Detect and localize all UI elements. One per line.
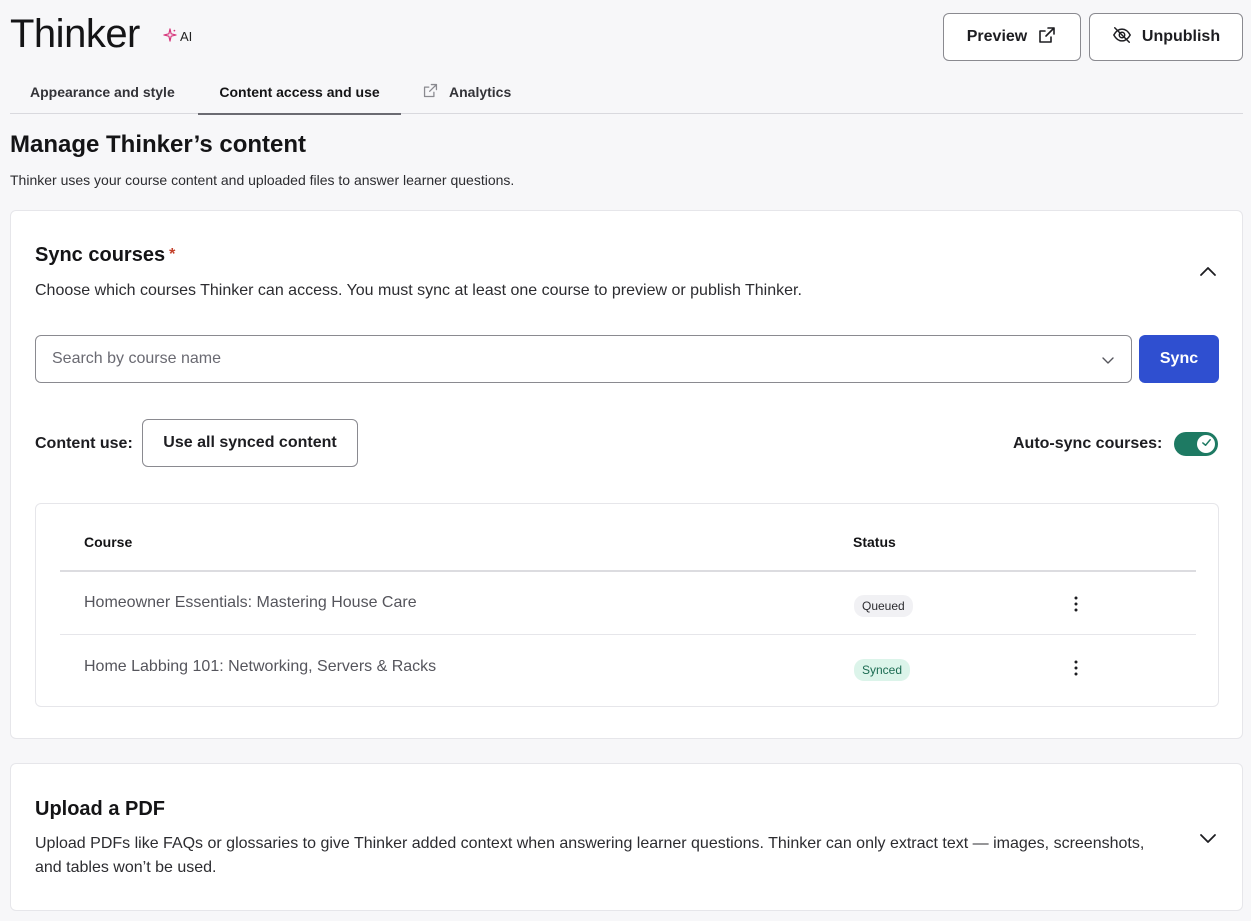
column-header-course: Course [84,534,133,550]
page-title: Manage Thinker’s content [10,131,307,158]
external-link-icon [422,82,439,102]
tab-appearance-and-style[interactable]: Appearance and style [30,70,175,114]
upload-pdf-description: Upload PDFs like FAQs or glossaries to g… [35,835,1145,876]
sync-courses-card: Sync courses * Choose which courses Think… [10,210,1243,739]
content-use-label: Content use: [35,435,133,452]
table-row: Home Labbing 101: Networking, Servers & … [60,636,1196,699]
chevron-up-icon[interactable] [1198,262,1218,282]
ai-badge-label: AI [180,29,193,44]
required-marker: * [169,246,176,263]
sync-button[interactable]: Sync [1139,335,1219,383]
tab-analytics[interactable]: Analytics [422,70,511,114]
status-badge: Synced [854,659,911,681]
course-name: Home Labbing 101: Networking, Servers & … [84,658,437,675]
column-header-status: Status [853,534,896,550]
more-options-icon[interactable] [1066,594,1086,614]
tab-content-access-and-use[interactable]: Content access and use [198,70,401,115]
ai-badge: AI [163,28,192,45]
chevron-down-icon[interactable] [1198,828,1218,848]
tab-bar: Appearance and style Content access and … [10,70,1243,115]
chevron-down-icon[interactable] [1101,353,1115,367]
auto-sync-toggle[interactable] [1174,432,1218,456]
unpublish-button-label: Unpublish [1141,28,1221,45]
sync-courses-title: Sync courses * [35,244,175,267]
toggle-knob [1197,435,1215,453]
upload-pdf-title: Upload a PDF [35,798,166,820]
preview-button[interactable]: Preview [943,13,1081,61]
tab-label: Appearance and style [30,84,175,100]
course-search-input[interactable] [52,350,1115,368]
page-subtitle: Thinker uses your course content and upl… [10,172,515,188]
sparkle-icon [163,28,177,45]
table-row: Homeowner Essentials: Mastering House Ca… [60,572,1196,635]
external-link-icon [1037,25,1057,50]
status-badge: Queued [854,595,913,617]
more-options-icon[interactable] [1066,658,1086,678]
sync-courses-title-text: Sync courses [35,244,166,266]
auto-sync-label: Auto-sync courses: [1013,435,1163,452]
unpublish-button[interactable]: Unpublish [1089,13,1243,61]
preview-button-label: Preview [966,28,1028,45]
app-title: Thinker [10,12,140,56]
tab-label: Analytics [449,84,512,100]
course-name: Homeowner Essentials: Mastering House Ca… [84,594,417,611]
upload-pdf-card: Upload a PDF Upload PDFs like FAQs or gl… [10,763,1243,911]
check-icon [1201,435,1212,453]
eye-off-icon [1112,25,1132,50]
course-search-combobox[interactable] [35,335,1132,383]
synced-courses-table: Course Status Homeowner Essentials: Mast… [35,503,1219,707]
content-use-button[interactable]: Use all synced content [142,419,358,467]
sync-courses-description: Choose which courses Thinker can access.… [35,282,802,299]
tab-label: Content access and use [219,83,380,100]
